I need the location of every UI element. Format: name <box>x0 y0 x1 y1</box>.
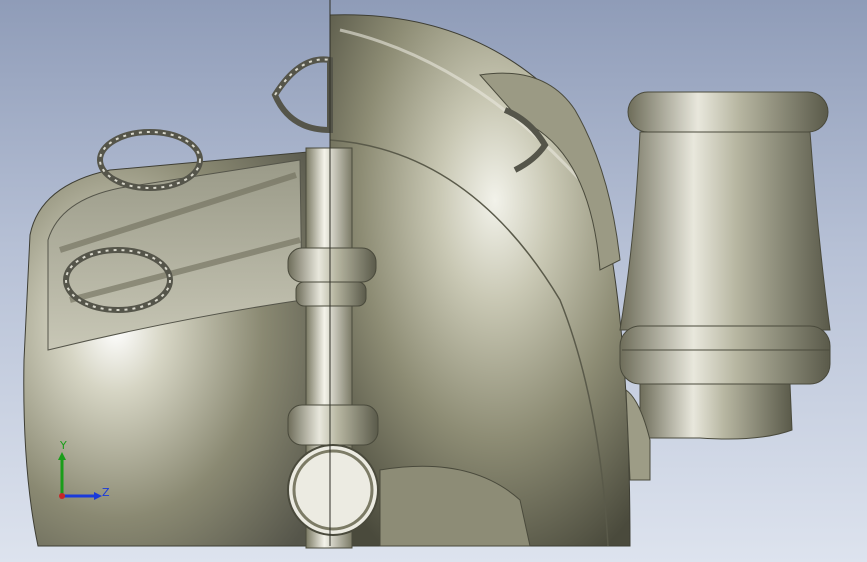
coordinate-triad: Y Z <box>50 440 120 510</box>
triad-z-label: Z <box>102 486 110 499</box>
gear-ring-top-center <box>271 56 333 134</box>
3d-model-pump-housing[interactable] <box>0 0 867 562</box>
graphics-viewport[interactable]: Y Z <box>0 0 867 562</box>
motor-cylinder <box>619 91 831 481</box>
triad-y-label: Y <box>60 439 67 452</box>
dome-body <box>329 14 631 547</box>
